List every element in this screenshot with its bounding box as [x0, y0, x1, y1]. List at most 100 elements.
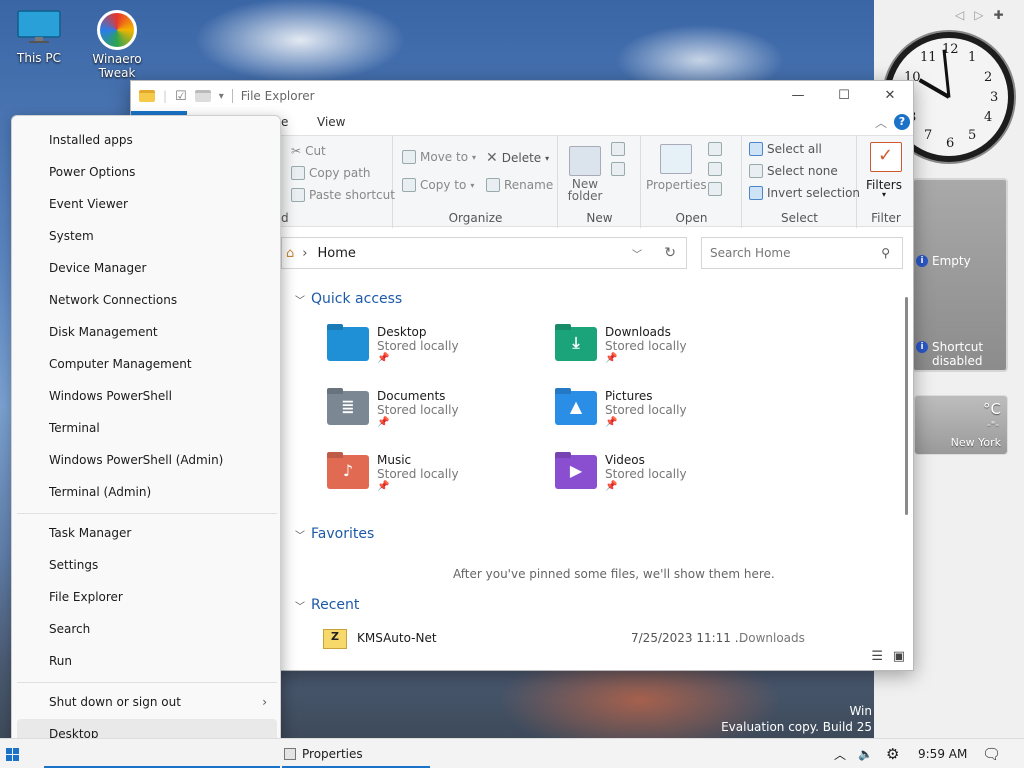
menu-item-windows-powershell-admin[interactable]: Windows PowerShell (Admin)	[17, 445, 277, 475]
menu-item-task-manager[interactable]: Task Manager	[17, 518, 277, 548]
select-all-button[interactable]: Select all	[749, 142, 822, 156]
desktop-icon-this-pc[interactable]: This PC	[4, 10, 74, 65]
taskbar-item-properties[interactable]: Properties	[284, 739, 363, 768]
ribbon-group-filter: ✓ Filters ▾ Filter	[858, 136, 914, 228]
address-dropdown-icon[interactable]: ﹀	[632, 246, 642, 261]
notification-icon: 🗨	[982, 745, 1002, 763]
ribbon-group-new: New folder New	[559, 136, 641, 228]
menu-item-search[interactable]: Search	[17, 614, 277, 644]
chevron-down-icon: ﹀	[295, 601, 305, 613]
rename-button[interactable]: Rename	[486, 178, 553, 192]
menu-item-settings[interactable]: Settings	[17, 550, 277, 580]
prev-icon[interactable]: ◁	[955, 8, 964, 24]
recent-row[interactable]: Z KMSAuto-Net 7/25/2023 11:11 ... Downlo…	[323, 629, 893, 651]
refresh-icon[interactable]: ↻	[664, 245, 676, 261]
cut-button[interactable]: ✂ Cut	[291, 144, 326, 158]
quick-access-item-desktop[interactable]: Desktop Stored locally 📌	[327, 325, 537, 364]
properties-window-icon	[284, 748, 296, 760]
easy-access-icon[interactable]	[611, 162, 625, 176]
speaker-icon: 🔈	[858, 747, 873, 761]
copy-path-button[interactable]: Copy path	[291, 166, 371, 180]
chevron-down-icon: ﹀	[295, 530, 305, 542]
menu-item-terminal-admin[interactable]: Terminal (Admin)	[17, 477, 277, 507]
windows-logo-icon	[6, 747, 19, 761]
taskbar: Properties ︿ 🔈 ⚙ 9:59 AM 🗨	[0, 738, 1024, 768]
next-icon[interactable]: ▷	[974, 8, 983, 24]
copy-to-button[interactable]: Copy to ▾	[402, 178, 474, 192]
evaluation-watermark: Win Evaluation copy. Build 25	[721, 704, 872, 734]
menu-item-event-viewer[interactable]: Event Viewer	[17, 189, 277, 219]
new-folder-icon	[569, 146, 601, 176]
favorites-header[interactable]: ﹀ Favorites	[295, 526, 374, 542]
volume-button[interactable]: 🔈	[858, 739, 873, 768]
move-to-button[interactable]: Move to ▾	[402, 150, 476, 164]
menu-item-network-connections[interactable]: Network Connections	[17, 285, 277, 315]
clock-area[interactable]: 9:59 AM	[918, 739, 967, 768]
menu-separator	[17, 682, 277, 683]
menu-item-system[interactable]: System	[17, 221, 277, 251]
info-gadget[interactable]: i Empty i Shortcut disabled	[912, 178, 1008, 372]
details-view-icon[interactable]: ☰	[871, 649, 883, 664]
ribbon-group-label: d	[281, 211, 289, 225]
menu-item-computer-management[interactable]: Computer Management	[17, 349, 277, 379]
favorites-empty-text: After you've pinned some files, we'll sh…	[453, 567, 775, 581]
desktop-icon-winaero[interactable]: Winaero Tweak	[82, 10, 152, 80]
show-hidden-icons-button[interactable]: ︿	[834, 739, 846, 768]
move-icon	[402, 150, 416, 164]
maximize-button[interactable]: ☐	[821, 81, 867, 111]
collapse-ribbon-icon[interactable]: ︿	[875, 114, 887, 131]
ribbon-group-label: Select	[780, 211, 819, 225]
recent-header[interactable]: ﹀ Recent	[295, 597, 359, 613]
paste-shortcut-button[interactable]: Paste shortcut	[291, 188, 395, 202]
delete-button[interactable]: ✕ Delete ▾	[486, 150, 549, 166]
menu-item-disk-management[interactable]: Disk Management	[17, 317, 277, 347]
settings-button[interactable]: ⚙	[886, 739, 899, 768]
copy-path-icon	[291, 166, 305, 180]
add-gadget-icon[interactable]: ✚	[993, 8, 1003, 24]
quick-access-item-videos[interactable]: ▶ Videos Stored locally 📌	[555, 453, 765, 492]
menu-item-device-manager[interactable]: Device Manager	[17, 253, 277, 283]
content-pane: ﹀ Quick access Desktop Stored locally 📌 ⤓ …	[281, 281, 911, 651]
menu-item-windows-powershell[interactable]: Windows PowerShell	[17, 381, 277, 411]
menu-item-terminal[interactable]: Terminal	[17, 413, 277, 443]
history-icon[interactable]	[708, 182, 722, 196]
archive-icon: Z	[323, 629, 347, 649]
checkbox-icon[interactable]: ☑	[175, 89, 187, 104]
new-item-icon[interactable]	[611, 142, 625, 156]
customize-qa-icon[interactable]: ▾	[219, 91, 224, 102]
menu-item-run[interactable]: Run	[17, 646, 277, 676]
documents-folder-icon: ≣	[327, 391, 369, 425]
start-button[interactable]	[6, 739, 19, 768]
recent-file-date: 7/25/2023 11:11 ...	[631, 631, 747, 645]
quick-access-item-music[interactable]: ♪ Music Stored locally 📌	[327, 453, 537, 492]
menu-item-power-options[interactable]: Power Options	[17, 157, 277, 187]
quick-access-item-documents[interactable]: ≣ Documents Stored locally 📌	[327, 389, 537, 428]
properties-icon	[660, 144, 692, 174]
quick-access-item-pictures[interactable]: ▲ Pictures Stored locally 📌	[555, 389, 765, 428]
large-icons-view-icon[interactable]: ▣	[893, 649, 905, 664]
quick-access-header[interactable]: ﹀ Quick access	[295, 291, 402, 307]
new-folder-button[interactable]: New folder	[565, 178, 605, 202]
tab-view[interactable]: View	[317, 115, 345, 129]
menu-item-file-explorer[interactable]: File Explorer	[17, 582, 277, 612]
select-none-button[interactable]: Select none	[749, 164, 838, 178]
quick-access-item-downloads[interactable]: ⤓ Downloads Stored locally 📌	[555, 325, 765, 364]
address-bar[interactable]: ⌂ › Home ﹀ ↻	[281, 237, 687, 269]
scrollbar[interactable]	[905, 297, 908, 515]
edit-icon[interactable]	[708, 162, 722, 176]
pictures-folder-icon: ▲	[555, 391, 597, 425]
open-icon[interactable]	[708, 142, 722, 156]
notifications-button[interactable]: 🗨	[982, 739, 1001, 768]
help-icon[interactable]: ?	[894, 114, 910, 130]
weather-gadget[interactable]: °C -"- New York	[914, 395, 1008, 455]
menu-item-installed-apps[interactable]: Installed apps	[17, 125, 277, 155]
new-folder-icon[interactable]	[194, 90, 211, 102]
properties-button[interactable]: Properties	[646, 178, 707, 192]
close-button[interactable]: ✕	[867, 81, 913, 111]
invert-selection-button[interactable]: Invert selection	[749, 186, 860, 200]
search-input[interactable]: Search Home ⚲	[701, 237, 903, 269]
menu-item-shut-down[interactable]: Shut down or sign out ›	[17, 687, 277, 717]
tab-share[interactable]: e	[281, 115, 288, 129]
minimize-button[interactable]: —	[775, 81, 821, 111]
title-bar[interactable]: | ☑ ▾ File Explorer — ☐ ✕	[131, 81, 913, 111]
